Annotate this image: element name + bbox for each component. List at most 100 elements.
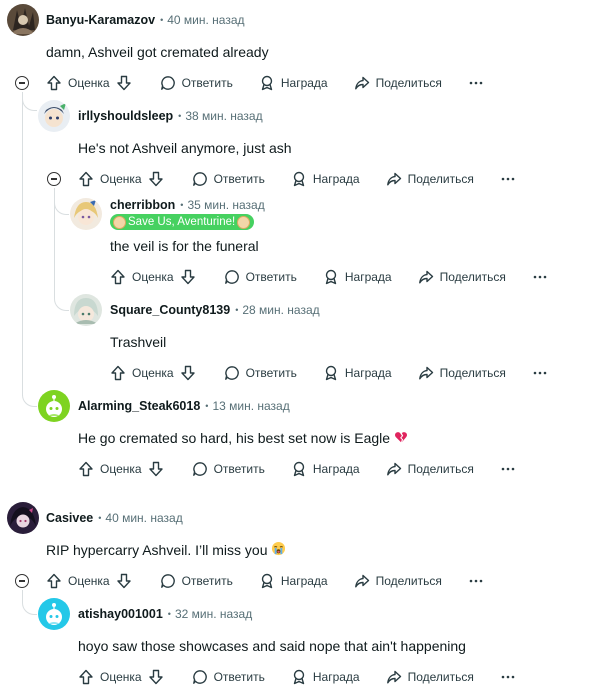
flair-text: Save Us, Aventurine! xyxy=(128,216,236,228)
username[interactable]: Alarming_Steak6018 xyxy=(78,399,200,413)
separator-dot: • xyxy=(205,401,209,411)
share-button[interactable]: Поделиться xyxy=(386,669,474,685)
username[interactable]: irllyshouldsleep xyxy=(78,109,173,123)
share-arrow-icon xyxy=(386,670,401,684)
award-button[interactable]: Награда xyxy=(323,365,392,381)
share-button[interactable]: Поделиться xyxy=(386,171,474,187)
reply-button[interactable]: Ответить xyxy=(160,75,233,91)
more-options-icon[interactable] xyxy=(500,171,516,187)
reply-button[interactable]: Ответить xyxy=(224,269,297,285)
collapse-thread-button[interactable] xyxy=(15,76,29,90)
vote-group: Оценка xyxy=(78,669,164,685)
share-label: Поделиться xyxy=(407,462,474,476)
comment-actions: Оценка Ответить Награда Поделиться xyxy=(78,665,516,689)
more-options-icon[interactable] xyxy=(500,461,516,477)
upvote-icon[interactable] xyxy=(110,365,126,381)
comment-actions: Оценка Ответить Награда Поделиться xyxy=(78,457,516,481)
comment-text: RIP hypercarry Ashveil. I’ll miss you xyxy=(46,540,286,561)
upvote-icon[interactable] xyxy=(110,269,126,285)
downvote-icon[interactable] xyxy=(148,461,164,477)
more-options-icon[interactable] xyxy=(532,269,548,285)
comment-actions: Оценка Ответить Награда Поделиться xyxy=(78,167,516,191)
award-button[interactable]: Награда xyxy=(291,669,360,685)
username[interactable]: Square_County8139 xyxy=(110,303,230,317)
chat-bubble-icon xyxy=(160,574,175,588)
reply-label: Ответить xyxy=(245,270,297,284)
avatar[interactable] xyxy=(38,598,70,630)
more-options-icon[interactable] xyxy=(532,365,548,381)
avatar[interactable] xyxy=(38,100,70,132)
award-button[interactable]: Награда xyxy=(291,171,360,187)
award-button[interactable]: Награда xyxy=(259,75,328,91)
thread-connector xyxy=(54,284,69,311)
award-button[interactable]: Награда xyxy=(291,461,360,477)
avatar[interactable] xyxy=(70,198,102,230)
chat-bubble-icon xyxy=(192,670,207,684)
timestamp: 35 мин. назад xyxy=(187,198,265,212)
share-label: Поделиться xyxy=(375,574,442,588)
avatar[interactable] xyxy=(38,390,70,422)
downvote-icon[interactable] xyxy=(148,669,164,685)
reply-button[interactable]: Ответить xyxy=(224,365,297,381)
downvote-icon[interactable] xyxy=(180,269,196,285)
upvote-icon[interactable] xyxy=(46,75,62,91)
award-label: Награда xyxy=(344,270,392,284)
avatar[interactable] xyxy=(7,502,39,534)
collapse-thread-button[interactable] xyxy=(47,172,61,186)
timestamp: 38 мин. назад xyxy=(185,109,263,123)
share-label: Поделиться xyxy=(407,670,474,684)
share-button[interactable]: Поделиться xyxy=(418,269,506,285)
reply-label: Ответить xyxy=(181,574,233,588)
timestamp: 40 мин. назад xyxy=(105,511,183,525)
downvote-icon[interactable] xyxy=(180,365,196,381)
share-button[interactable]: Поделиться xyxy=(354,573,442,589)
comment-actions: Оценка Ответить Награда Поделиться xyxy=(110,361,548,385)
username[interactable]: cherribbon xyxy=(110,198,175,212)
share-label: Поделиться xyxy=(439,270,506,284)
separator-dot: • xyxy=(160,15,164,25)
avatar[interactable] xyxy=(70,294,102,326)
upvote-icon[interactable] xyxy=(78,669,94,685)
chat-bubble-icon xyxy=(192,172,207,186)
share-button[interactable]: Поделиться xyxy=(418,365,506,381)
more-options-icon[interactable] xyxy=(500,669,516,685)
comment-text: damn, Ashveil got cremated already xyxy=(46,44,269,60)
comment-actions: Оценка Ответить Награда Поделиться xyxy=(46,569,484,593)
comment-actions: Оценка Ответить Награда Поделиться xyxy=(110,265,548,289)
award-label: Награда xyxy=(312,462,360,476)
comment-text: He's not Ashveil anymore, just ash xyxy=(78,140,292,156)
reply-button[interactable]: Ответить xyxy=(192,669,265,685)
upvote-icon[interactable] xyxy=(78,461,94,477)
username[interactable]: Banyu-Karamazov xyxy=(46,13,155,27)
chat-bubble-icon xyxy=(224,366,239,380)
award-button[interactable]: Награда xyxy=(323,269,392,285)
share-arrow-icon xyxy=(386,172,401,186)
username[interactable]: atishay001001 xyxy=(78,607,163,621)
username[interactable]: Casivee xyxy=(46,511,93,525)
reply-label: Ответить xyxy=(245,366,297,380)
collapse-thread-button[interactable] xyxy=(15,574,29,588)
share-button[interactable]: Поделиться xyxy=(386,461,474,477)
upvote-icon[interactable] xyxy=(78,171,94,187)
downvote-icon[interactable] xyxy=(148,171,164,187)
flair-emoji-icon xyxy=(237,215,251,229)
more-options-icon[interactable] xyxy=(468,75,484,91)
user-flair: Save Us, Aventurine! xyxy=(110,214,255,230)
reply-button[interactable]: Ответить xyxy=(192,171,265,187)
vote-group: Оценка xyxy=(110,269,196,285)
award-label: Награда xyxy=(280,574,328,588)
reply-button[interactable]: Ответить xyxy=(160,573,233,589)
more-options-icon[interactable] xyxy=(468,573,484,589)
separator-dot: • xyxy=(98,513,102,523)
award-button[interactable]: Награда xyxy=(259,573,328,589)
vote-group: Оценка xyxy=(46,573,132,589)
award-icon xyxy=(293,669,305,685)
thread-connector xyxy=(54,188,69,215)
share-button[interactable]: Поделиться xyxy=(354,75,442,91)
avatar[interactable] xyxy=(7,4,39,36)
reply-button[interactable]: Ответить xyxy=(192,461,265,477)
downvote-icon[interactable] xyxy=(116,573,132,589)
upvote-icon[interactable] xyxy=(46,573,62,589)
thread-connector xyxy=(22,590,37,615)
downvote-icon[interactable] xyxy=(116,75,132,91)
